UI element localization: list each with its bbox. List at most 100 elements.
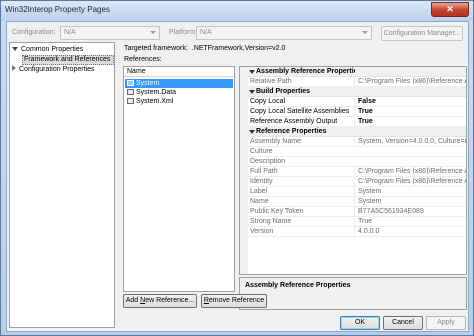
tree-item-label: Configuration Properties (19, 66, 95, 73)
property-pages-window: Win32Interop Property Pages ✕ Configurat… (0, 0, 474, 336)
list-item[interactable]: System.Xml (125, 97, 233, 106)
category-label: Assembly Reference Properties (256, 68, 355, 75)
grid-row-relative-path[interactable]: Relative Path C:\Program Files (x86)\Ref… (248, 77, 466, 87)
property-value: 4.0.0.0 (354, 227, 466, 237)
grid-row-copy-local[interactable]: Copy Local False (248, 97, 466, 107)
tree-item-label: Common Properties (21, 46, 84, 53)
tree-item-framework-label-wrap[interactable]: Framework and References (24, 55, 110, 65)
property-value: C:\Program Files (x86)\Reference Assem (354, 77, 466, 87)
assembly-reference-icon (127, 98, 134, 104)
list-item[interactable]: System (125, 79, 233, 88)
grid-row-strong-name[interactable]: Strong Name True (248, 217, 466, 227)
platform-combo[interactable]: N/A (196, 26, 372, 40)
configuration-toolbar: Configuration: N/A Platform: N/A Configu… (7, 26, 468, 42)
property-value: True (354, 217, 466, 227)
button-label-post: emove Reference (208, 297, 265, 304)
property-value: System (354, 187, 466, 197)
property-value: System, Version=4.0.0.0, Culture=neutral (354, 137, 466, 147)
property-name: Relative Path (250, 78, 292, 85)
property-name: Copy Local Satellite Assemblies (250, 108, 349, 115)
grid-row-description[interactable]: Description (248, 157, 466, 167)
configuration-manager-button[interactable]: Configuration Manager... (381, 26, 463, 41)
button-label-pre: Add (125, 297, 141, 304)
grid-row-full-path[interactable]: Full Path C:\Program Files (x86)\Referen… (248, 167, 466, 177)
property-grid: Assembly Reference Properties Relative P… (239, 66, 467, 275)
property-name: Label (250, 188, 268, 195)
property-name: Culture (250, 148, 273, 155)
expanded-triangle-icon[interactable] (249, 90, 255, 94)
grid-row-public-key-token[interactable]: Public Key Token B77A5C561934E089 (248, 207, 466, 217)
add-new-reference-button[interactable]: Add New Reference... (123, 294, 197, 308)
remove-reference-button[interactable]: Remove Reference (201, 294, 267, 308)
category-label: Build Properties (256, 88, 311, 95)
property-value: C:\Program Files (x86)\Reference Assem (354, 167, 466, 177)
cancel-button[interactable]: Cancel (383, 316, 423, 330)
grid-row-assembly-name[interactable]: Assembly Name System, Version=4.0.0.0, C… (248, 137, 466, 147)
description-title: Assembly Reference Properties (245, 282, 351, 289)
expanded-triangle-icon[interactable] (249, 70, 255, 74)
grid-category-reference-properties[interactable]: Reference Properties (248, 127, 466, 137)
collapsed-triangle-icon[interactable] (12, 65, 16, 71)
close-icon: ✕ (446, 4, 454, 14)
tree-item-label: Framework and References (24, 56, 111, 63)
close-button[interactable]: ✕ (431, 2, 469, 17)
property-value: C:\Program Files (x86)\Reference Assem (354, 177, 466, 187)
grid-row-label[interactable]: Label System (248, 187, 466, 197)
grid-row-reference-assembly-output[interactable]: Reference Assembly Output True (248, 117, 466, 127)
property-value: B77A5C561934E089 (354, 207, 466, 217)
chevron-down-icon (362, 31, 368, 34)
dialog-client-area: Configuration: N/A Platform: N/A Configu… (6, 21, 469, 332)
property-value[interactable]: False (354, 97, 466, 107)
list-item[interactable]: System.Data (125, 88, 233, 97)
property-name: Identity (250, 178, 273, 185)
reference-name: System (136, 80, 160, 87)
assembly-reference-icon (127, 80, 134, 86)
apply-button[interactable]: Apply (426, 316, 466, 330)
configuration-combo[interactable]: N/A (60, 26, 160, 40)
property-name: Version (250, 228, 274, 235)
configuration-label: Configuration: (12, 29, 56, 36)
expanded-triangle-icon[interactable] (12, 47, 18, 51)
chevron-down-icon (150, 31, 156, 34)
tree-item-configuration-properties[interactable]: Configuration Properties (12, 65, 95, 75)
targeted-framework-value: .NETFramework,Version=v2.0 (191, 45, 286, 52)
grid-row-identity[interactable]: Identity C:\Program Files (x86)\Referenc… (248, 177, 466, 187)
property-description-panel: Assembly Reference Properties (239, 277, 467, 310)
reference-name: System.Data (136, 89, 177, 96)
property-name: Reference Assembly Output (250, 118, 338, 125)
targeted-framework-row: Targeted framework: .NETFramework,Version… (124, 45, 285, 52)
property-name: Name (250, 198, 269, 205)
property-value: System (354, 197, 466, 207)
ok-button[interactable]: OK (340, 316, 380, 330)
grid-category-build-properties[interactable]: Build Properties (248, 87, 466, 97)
targeted-framework-label: Targeted framework: (124, 45, 188, 52)
button-label-post: ew Reference... (145, 297, 195, 304)
references-list[interactable]: Name System System.Data System.Xml (123, 66, 235, 292)
window-title: Win32Interop Property Pages (5, 5, 110, 14)
property-value[interactable]: True (354, 117, 466, 127)
tree-item-common-properties[interactable]: Common Properties (12, 45, 83, 55)
assembly-reference-icon (127, 89, 134, 95)
property-name: Strong Name (250, 218, 292, 225)
references-label: References: (124, 56, 162, 63)
property-name: Assembly Name (250, 138, 301, 145)
grid-row-name[interactable]: Name System (248, 197, 466, 207)
property-grid-margin (240, 67, 248, 274)
title-bar[interactable]: Win32Interop Property Pages ✕ (1, 1, 473, 21)
category-label: Reference Properties (256, 128, 327, 135)
property-name: Full Path (250, 168, 278, 175)
grid-row-culture[interactable]: Culture (248, 147, 466, 157)
grid-category-assembly-reference-properties[interactable]: Assembly Reference Properties (248, 67, 466, 77)
property-pages-tree: Common Properties Framework and Referenc… (9, 42, 115, 328)
reference-name: System.Xml (136, 98, 174, 105)
property-name: Description (250, 158, 286, 165)
configuration-value: N/A (64, 29, 76, 36)
property-name: Copy Local (250, 98, 286, 105)
property-value[interactable]: True (354, 107, 466, 117)
platform-label: Platform: (169, 29, 198, 36)
platform-value: N/A (200, 29, 212, 36)
grid-row-copy-local-satellite-assemblies[interactable]: Copy Local Satellite Assemblies True (248, 107, 466, 117)
grid-row-version[interactable]: Version 4.0.0.0 (248, 227, 466, 237)
references-column-header-name[interactable]: Name (124, 67, 234, 77)
expanded-triangle-icon[interactable] (249, 130, 255, 134)
